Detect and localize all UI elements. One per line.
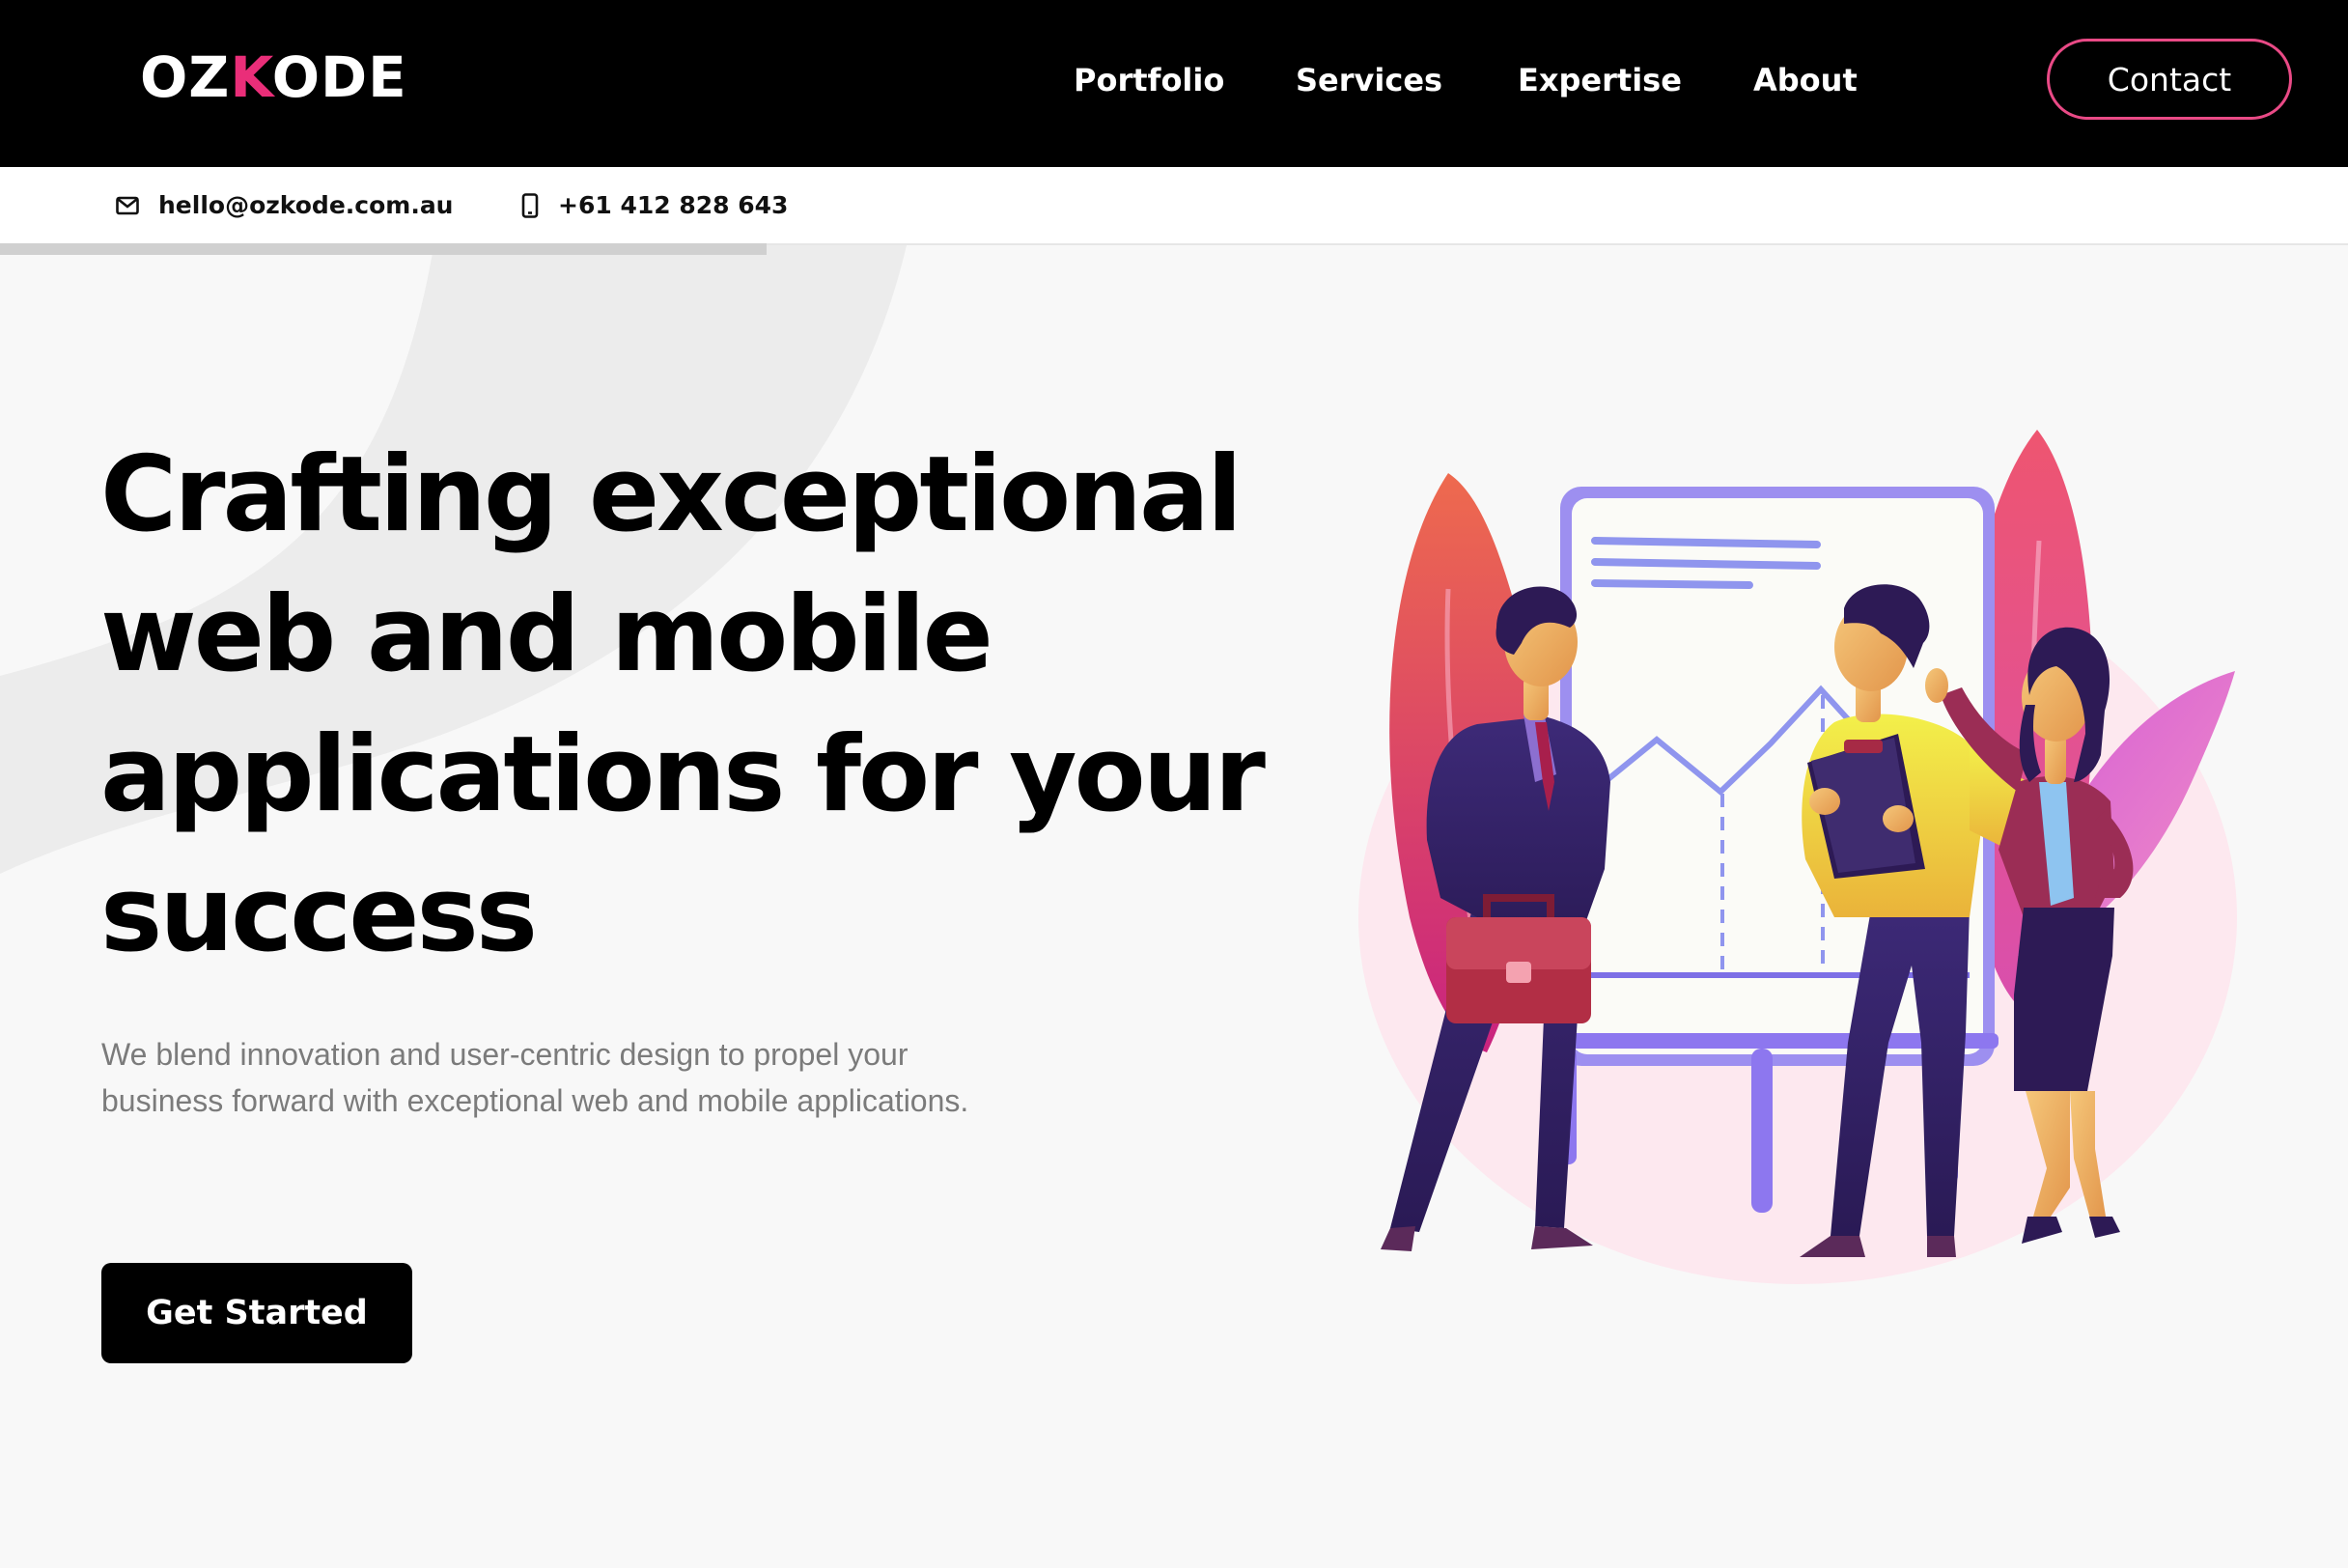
nav-about[interactable]: About [1753, 48, 1858, 112]
ozkode-logo[interactable]: OZKODE [140, 42, 407, 112]
progress-strip [0, 243, 767, 255]
contact-button[interactable]: Contact [2047, 39, 2292, 120]
hero-title: Crafting exceptional web and mobile appl… [100, 434, 1266, 975]
logo-prefix: OZ [140, 44, 231, 110]
logo-accent-letter: K [230, 44, 272, 110]
contact-info-bar: hello@ozkode.com.au +61 412 828 643 [0, 167, 2348, 245]
envelope-icon [116, 196, 139, 215]
phone-number: +61 412 828 643 [558, 191, 789, 219]
site-header: OZKODE Portfolio Services Expertise Abou… [0, 0, 2348, 167]
logo-suffix: ODE [271, 44, 407, 110]
phone-link[interactable]: +61 412 828 643 [521, 167, 788, 243]
email-link[interactable]: hello@ozkode.com.au [116, 167, 453, 243]
hero-description: We blend innovation and user-centric des… [101, 1037, 969, 1118]
nav-expertise[interactable]: Expertise [1518, 48, 1682, 112]
nav-portfolio[interactable]: Portfolio [1074, 48, 1224, 112]
nav-services[interactable]: Services [1296, 48, 1442, 112]
get-started-button[interactable]: Get Started [101, 1263, 412, 1363]
business-team-illustration [1358, 430, 2237, 1284]
mobile-phone-icon [521, 192, 539, 218]
email-address: hello@ozkode.com.au [158, 191, 454, 219]
